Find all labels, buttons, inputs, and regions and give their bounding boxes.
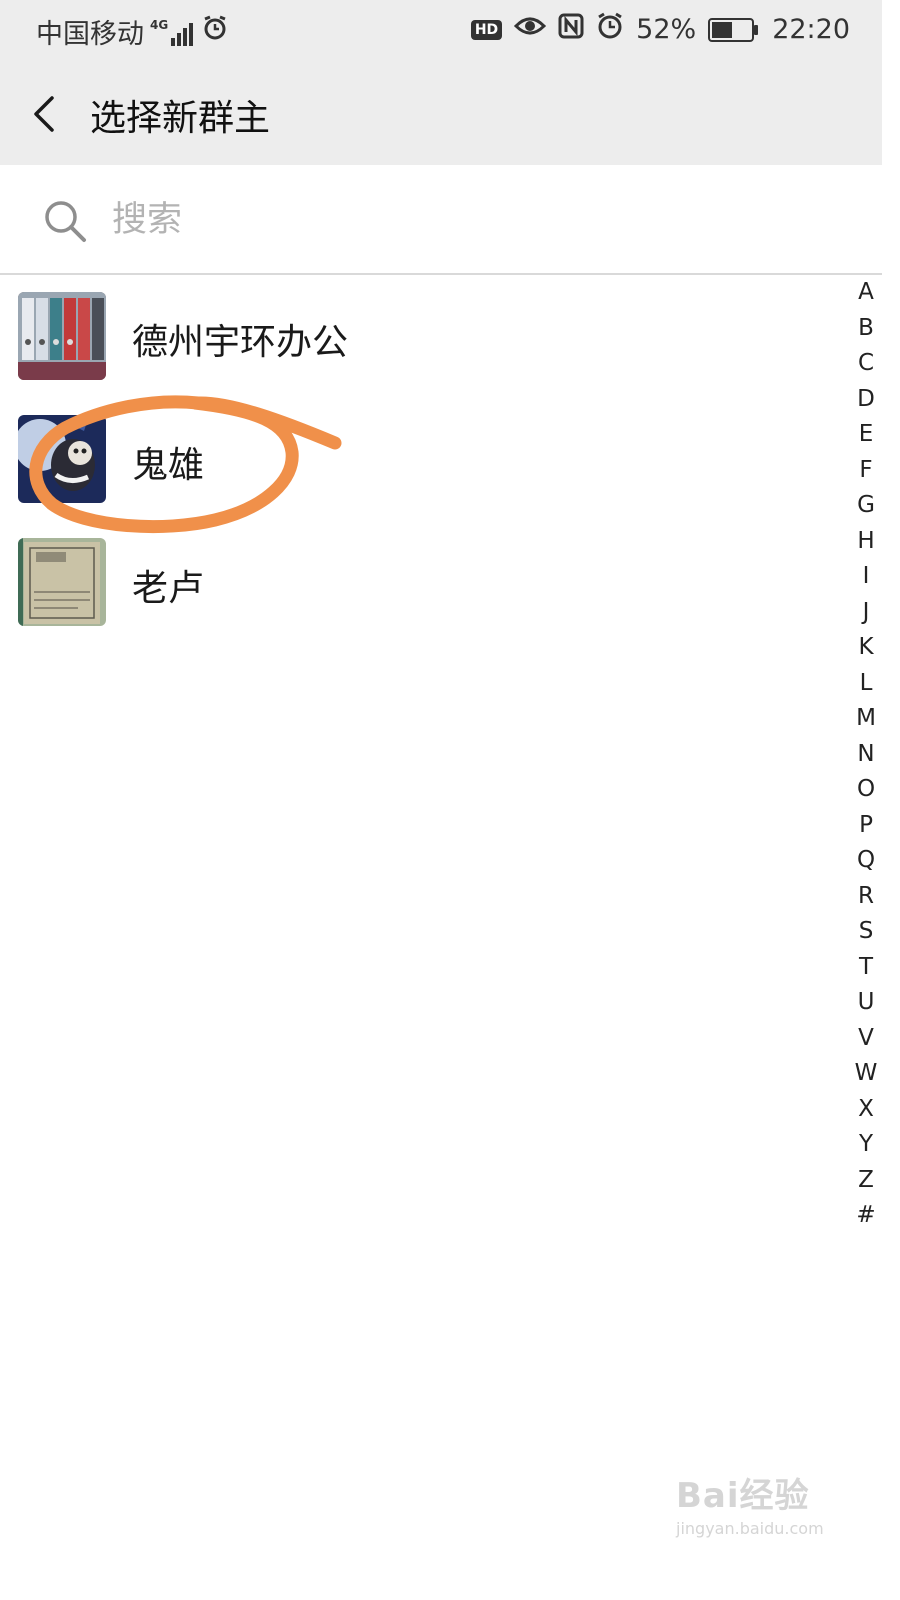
signal-icon: 4G	[150, 18, 196, 46]
index-letter[interactable]: O	[857, 772, 875, 808]
index-letter[interactable]: P	[859, 808, 873, 844]
avatar	[18, 538, 106, 626]
alphabet-index-bar[interactable]: A B C D E F G H I J K L M N O P Q R S T U V W X Y Z #	[846, 275, 886, 1234]
index-letter[interactable]: F	[859, 453, 872, 489]
contact-row[interactable]: 德州宇环办公	[0, 275, 830, 398]
index-letter[interactable]: X	[858, 1092, 874, 1128]
index-letter[interactable]: R	[858, 879, 874, 915]
page-title: 选择新群主	[90, 98, 271, 139]
index-letter[interactable]: V	[858, 1021, 874, 1057]
search-bar[interactable]	[0, 165, 882, 275]
status-right: HD 52% 22:20	[470, 12, 850, 47]
eye-icon	[514, 14, 547, 45]
alarm-clock-icon	[202, 15, 228, 48]
index-letter[interactable]: Q	[857, 843, 875, 879]
contact-list: 德州宇环办公 鬼雄 老卢	[0, 275, 830, 644]
nfc-icon	[558, 13, 584, 46]
index-letter[interactable]: H	[857, 524, 874, 560]
battery-icon	[708, 17, 759, 42]
network-type-label: 4G	[150, 17, 169, 32]
index-letter[interactable]: G	[857, 488, 875, 524]
index-letter[interactable]: D	[857, 382, 875, 418]
clock-time: 22:20	[772, 14, 850, 45]
status-bar: 中国移动 4G HD 52% 22:20	[0, 0, 882, 62]
battery-level	[712, 21, 732, 38]
watermark-url: jingyan.baidu.com	[676, 1519, 824, 1538]
index-letter[interactable]: S	[859, 914, 874, 950]
avatar	[18, 292, 106, 380]
alarm-icon	[596, 12, 624, 47]
status-left: 中国移动 4G	[36, 12, 228, 51]
index-letter[interactable]: A	[858, 275, 874, 311]
index-letter[interactable]: N	[857, 737, 874, 773]
search-input[interactable]	[110, 195, 714, 245]
index-letter[interactable]: U	[858, 985, 875, 1021]
hd-icon: HD	[470, 19, 503, 40]
watermark-logo: Bai经验	[676, 1476, 810, 1516]
index-letter[interactable]: I	[863, 559, 870, 595]
contact-row[interactable]: 老卢	[0, 521, 830, 644]
contact-row[interactable]: 鬼雄	[0, 398, 830, 521]
contact-name: 德州宇环办公	[132, 322, 349, 363]
battery-percent: 52%	[636, 14, 697, 45]
index-letter[interactable]: M	[856, 701, 876, 737]
index-letter[interactable]: C	[858, 346, 874, 382]
avatar	[18, 415, 106, 503]
index-letter[interactable]: E	[859, 417, 874, 453]
search-icon	[45, 201, 86, 242]
carrier-label: 中国移动	[36, 19, 144, 50]
index-letter[interactable]: W	[855, 1056, 878, 1092]
chevron-left-icon	[34, 96, 54, 132]
index-letter[interactable]: T	[859, 950, 873, 986]
index-letter[interactable]: B	[858, 311, 874, 347]
contact-name: 鬼雄	[132, 445, 205, 486]
index-letter[interactable]: Z	[858, 1163, 874, 1199]
watermark: Bai经验 jingyan.baidu.com	[676, 1468, 824, 1538]
index-letter[interactable]: K	[858, 630, 873, 666]
index-letter[interactable]: J	[863, 595, 870, 631]
top-bar: 选择新群主	[0, 62, 882, 165]
back-button[interactable]	[22, 84, 82, 144]
index-letter[interactable]: L	[860, 666, 873, 702]
index-letter[interactable]: Y	[859, 1127, 873, 1163]
contact-name: 老卢	[132, 568, 205, 609]
index-letter[interactable]: #	[856, 1198, 875, 1234]
